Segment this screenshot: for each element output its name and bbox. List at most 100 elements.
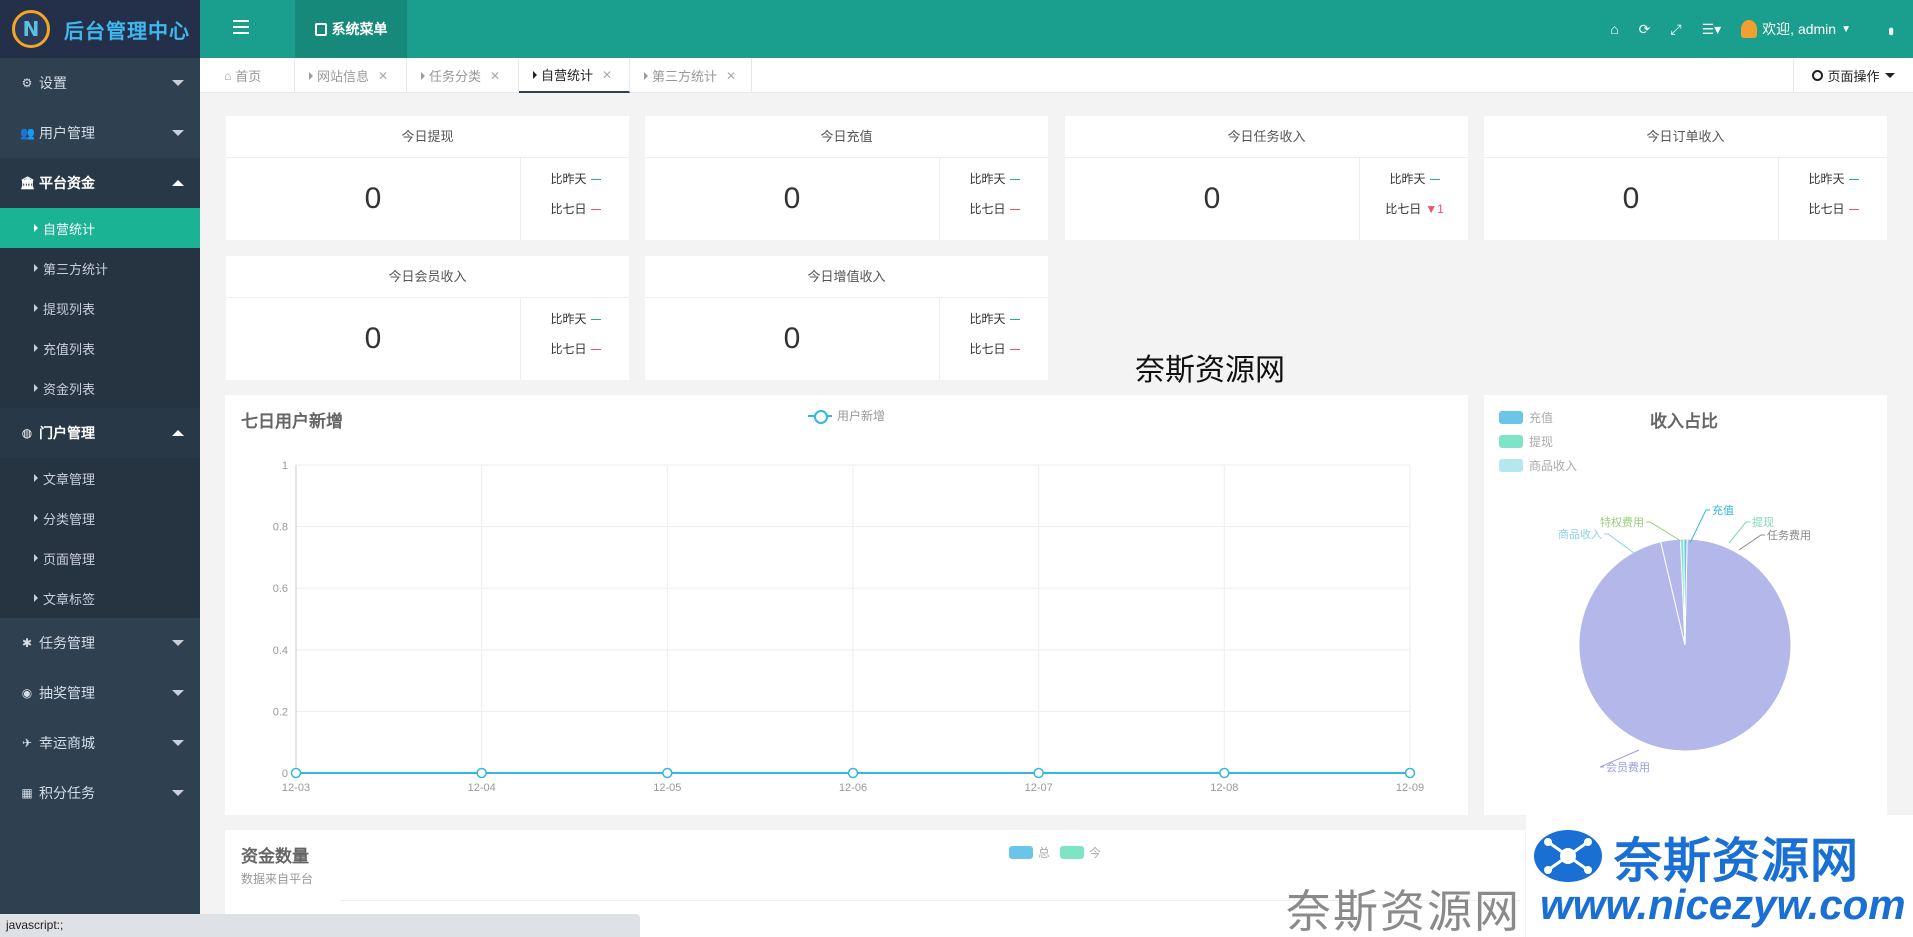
- flat-dash-icon: [1009, 319, 1020, 321]
- sidebar-group-lottery[interactable]: ◉ 抽奖管理: [0, 668, 200, 718]
- sidebar-group-label: 平台资金: [39, 175, 95, 191]
- menu-list-dropdown-icon[interactable]: ☰▾: [1702, 21, 1722, 38]
- sidebar-item-fund-list[interactable]: 资金列表: [0, 368, 200, 408]
- more-vertical-icon[interactable]: •••: [1881, 27, 1899, 32]
- x-tick-label: 12-09: [1396, 782, 1424, 794]
- compare-seven-days: 比七日 ▼1: [1361, 200, 1468, 217]
- chevron-down-icon: [172, 740, 184, 746]
- compare-yesterday: 比昨天: [1361, 170, 1468, 187]
- compare-label: 比昨天: [1389, 172, 1426, 186]
- close-icon[interactable]: ✕: [726, 69, 736, 83]
- stat-card-value: 0: [1484, 158, 1779, 240]
- home-icon[interactable]: ⌂: [1610, 21, 1618, 37]
- top-bar: 后台管理中心 系统菜单 ⌂ ⟳ ⤢ ☰▾ 欢迎, admin ▼ •••: [0, 0, 1913, 58]
- chevron-down-icon: [172, 790, 184, 796]
- sidebar-item-recharge-list[interactable]: 充值列表: [0, 328, 200, 368]
- data-point: [290, 767, 302, 779]
- compare-label: 比七日: [1808, 202, 1845, 216]
- y-tick-label: 0: [282, 768, 288, 780]
- hamburger-toggle-icon[interactable]: [230, 16, 252, 38]
- sidebar-group-label: 用户管理: [39, 125, 95, 141]
- pie-slice-label: 特权费用: [1600, 515, 1644, 529]
- browser-status-bar: javascript:;: [0, 914, 640, 937]
- bank-icon: 🏛: [20, 176, 36, 190]
- sidebar-group-portal[interactable]: ◍ 门户管理: [0, 408, 200, 458]
- bug-icon: ✱: [21, 636, 33, 650]
- compare-seven-days: 比七日: [522, 340, 629, 357]
- stat-card-value: 0: [226, 158, 521, 240]
- system-menu-button[interactable]: 系统菜单: [295, 0, 407, 58]
- grid-icon: ▦: [21, 786, 33, 800]
- user-card-icon: [314, 22, 327, 36]
- chevron-down-icon: [172, 690, 184, 696]
- chevron-down-icon: [172, 130, 184, 136]
- sidebar-group-lucky-mall[interactable]: ✈ 幸运商城: [0, 718, 200, 768]
- tab-task-category[interactable]: 任务分类 ✕: [407, 58, 519, 93]
- data-point: [1219, 767, 1230, 779]
- compare-label: 比七日: [550, 342, 587, 356]
- compare-label: 比昨天: [550, 172, 587, 186]
- chart-legend[interactable]: 总 今: [999, 844, 1101, 861]
- tab-third-party-stats[interactable]: 第三方统计 ✕: [630, 58, 752, 93]
- sidebar-item-article-tags[interactable]: 文章标签: [0, 578, 200, 618]
- tab-label: 第三方统计: [652, 69, 718, 84]
- compare-seven-days: 比七日: [941, 340, 1048, 357]
- user-welcome-dropdown[interactable]: 欢迎, admin ▼: [1741, 19, 1851, 39]
- pie-leader-line: [1689, 509, 1710, 544]
- flat-dash-icon: [1848, 209, 1859, 211]
- pie-slice-label: 提现: [1752, 516, 1774, 529]
- pie-leader-line: [1738, 534, 1765, 551]
- y-tick-label: 0.2: [273, 706, 288, 718]
- flat-dash-icon: [590, 209, 601, 211]
- line-chart: 0 0.2 0.4 0.6 0.8 1 12-03 12-04 12-05 12-06 12-07 1…: [273, 460, 1424, 794]
- data-point: [662, 767, 673, 779]
- caret-right-icon: [421, 71, 425, 80]
- compare-seven-days: 比七日: [522, 200, 629, 217]
- page-operations-dropdown[interactable]: 页面操作: [1793, 58, 1913, 93]
- compare-seven-days: 比七日: [1780, 200, 1887, 217]
- close-icon[interactable]: ✕: [378, 69, 388, 83]
- compare-yesterday: 比昨天: [941, 310, 1048, 327]
- refresh-icon[interactable]: ⟳: [1639, 21, 1651, 38]
- brand-title: 后台管理中心: [64, 20, 190, 43]
- avatar: [1741, 20, 1758, 38]
- flat-dash-icon: [590, 319, 601, 321]
- sidebar-group-settings[interactable]: ⚙ 设置: [0, 58, 200, 108]
- sidebar-group-tasks[interactable]: ✱ 任务管理: [0, 618, 200, 668]
- sidebar-group-platform-funds[interactable]: 🏛 平台资金: [0, 158, 200, 208]
- caret-right-icon: [644, 71, 648, 80]
- sidebar-group-points-tasks[interactable]: ▦ 积分任务: [0, 768, 200, 818]
- sidebar-item-withdraw-list[interactable]: 提现列表: [0, 288, 200, 328]
- stat-card-title: 今日会员收入: [226, 256, 629, 298]
- sidebar-item-categories[interactable]: 分类管理: [0, 498, 200, 538]
- sidebar-group-users[interactable]: 👥 用户管理: [0, 108, 200, 158]
- chevron-down-icon: [1884, 73, 1895, 78]
- sidebar-item-articles[interactable]: 文章管理: [0, 458, 200, 498]
- pie-leader-line: [1604, 533, 1635, 554]
- fullscreen-icon[interactable]: ⤢: [1670, 21, 1681, 38]
- sidebar-item-third-party-stats[interactable]: 第三方统计: [0, 248, 200, 288]
- pie-slice-label: 会员费用: [1606, 761, 1650, 774]
- brand[interactable]: 后台管理中心: [0, 0, 200, 58]
- tab-self-stats[interactable]: 自营统计 ✕: [519, 58, 630, 93]
- x-tick-label: 12-08: [1210, 782, 1238, 794]
- flat-dash-icon: [1848, 179, 1859, 181]
- flat-dash-icon: [1009, 209, 1020, 211]
- stat-card-today-order-income: 今日订单收入 0 比昨天 比七日: [1484, 116, 1887, 240]
- compare-yesterday: 比昨天: [522, 170, 629, 187]
- home-icon: ⌂: [224, 68, 232, 83]
- sidebar-item-pages[interactable]: 页面管理: [0, 538, 200, 578]
- stat-card-today-vas-income: 今日增值收入 0 比昨天 比七日: [645, 256, 1048, 380]
- chevron-up-icon: [172, 430, 184, 436]
- sidebar-item-self-stats[interactable]: 自营统计: [0, 208, 200, 248]
- stat-card-value: 0: [226, 298, 521, 380]
- close-icon[interactable]: ✕: [602, 68, 612, 82]
- tab-home[interactable]: ⌂ 首页: [210, 58, 295, 93]
- stat-card-title: 今日订单收入: [1484, 116, 1887, 158]
- stat-card-today-recharge: 今日充值 0 比昨天 比七日: [645, 116, 1048, 240]
- compare-label: 比昨天: [550, 312, 587, 326]
- y-tick-label: 0.8: [273, 522, 288, 534]
- x-tick-label: 12-06: [839, 782, 867, 794]
- tab-site-info[interactable]: 网站信息 ✕: [295, 58, 407, 93]
- close-icon[interactable]: ✕: [490, 69, 500, 83]
